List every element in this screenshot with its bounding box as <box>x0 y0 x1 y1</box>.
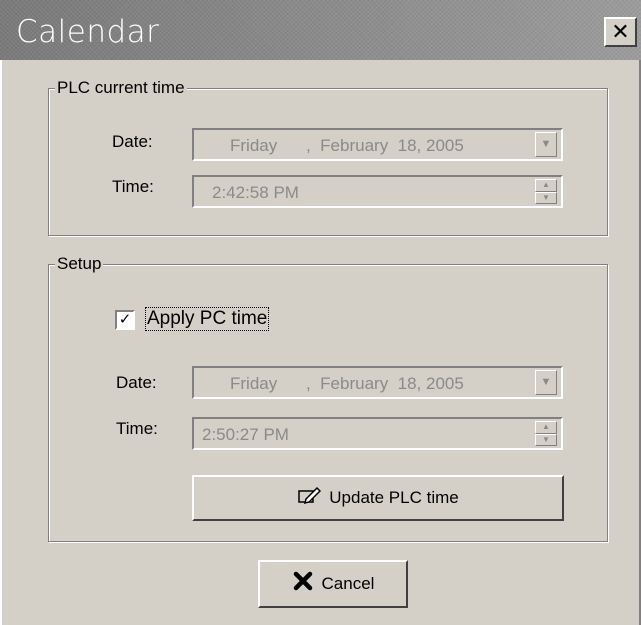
chevron-down-icon[interactable]: ▼ <box>535 370 557 395</box>
spin-down-icon[interactable]: ▼ <box>535 191 557 204</box>
title-bar: Calendar ✕ <box>0 0 641 60</box>
cancel-label: Cancel <box>321 574 375 593</box>
plc-current-time-group-label: PLC current time <box>55 77 187 99</box>
plc-date-weekday: Friday <box>230 136 278 155</box>
apply-pc-time-label[interactable]: Apply PC time <box>144 307 270 331</box>
update-plc-time-label: Update PLC time <box>329 488 459 507</box>
setup-time-spinner[interactable]: ▲ ▼ <box>535 421 557 446</box>
setup-time-field[interactable]: 2:50:27 PM ▲ ▼ <box>192 417 563 450</box>
setup-date-picker[interactable]: Friday , February 18, 2005 ▼ <box>192 366 563 399</box>
pencil-icon <box>297 485 322 511</box>
setup-time-value: 2:50:27 PM <box>202 425 289 444</box>
chevron-down-icon[interactable]: ▼ <box>535 132 557 157</box>
apply-pc-time-checkbox[interactable]: ✓ <box>115 310 135 330</box>
plc-time-label: Time: <box>112 177 154 196</box>
spin-up-icon[interactable]: ▲ <box>535 421 557 434</box>
plc-time-field[interactable]: 2:42:58 PM ▲ ▼ <box>192 175 563 208</box>
spin-up-icon[interactable]: ▲ <box>535 179 557 192</box>
x-icon <box>292 570 314 598</box>
plc-time-spinner[interactable]: ▲ ▼ <box>535 179 557 204</box>
close-icon: ✕ <box>611 19 630 44</box>
setup-time-label: Time: <box>116 419 158 438</box>
plc-date-label: Date: <box>112 132 153 151</box>
setup-date-weekday: Friday <box>230 374 278 393</box>
plc-date-rest: , February 18, 2005 <box>306 136 464 155</box>
setup-date-label: Date: <box>116 373 157 392</box>
plc-current-time-group: PLC current time <box>48 77 608 236</box>
close-button[interactable]: ✕ <box>604 17 637 47</box>
plc-date-picker[interactable]: Friday , February 18, 2005 ▼ <box>192 128 563 161</box>
window-title: Calendar <box>16 14 160 50</box>
update-plc-time-button[interactable]: Update PLC time <box>192 475 564 521</box>
spin-down-icon[interactable]: ▼ <box>535 433 557 446</box>
cancel-button[interactable]: Cancel <box>258 560 408 608</box>
setup-group-label: Setup <box>55 253 104 275</box>
plc-time-value: 2:42:58 PM <box>212 183 299 202</box>
window-border-left <box>0 60 2 625</box>
setup-date-rest: , February 18, 2005 <box>306 374 464 393</box>
